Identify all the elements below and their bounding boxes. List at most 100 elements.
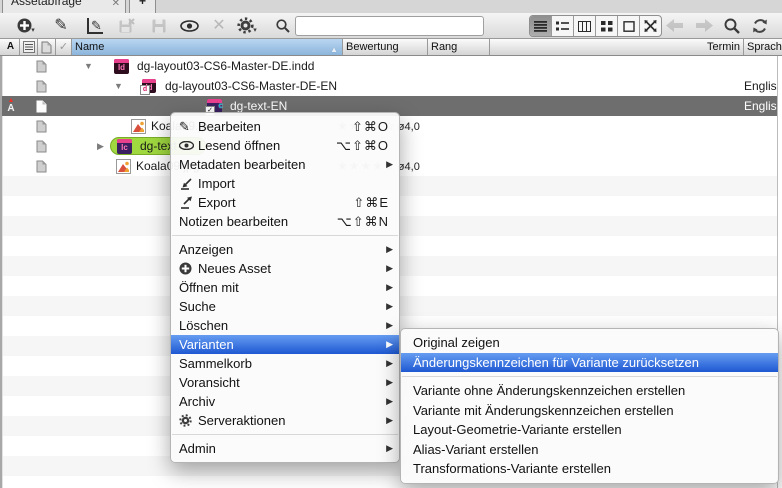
- view-expand-segment[interactable]: [640, 16, 661, 36]
- column-check[interactable]: ✓: [56, 39, 72, 55]
- view-single-segment[interactable]: [618, 16, 640, 36]
- menu-item-anzeigen[interactable]: Anzeigen▶: [171, 240, 399, 259]
- menu-item-oeffnen-mit[interactable]: Öffnen mit▶: [171, 278, 399, 297]
- gear-icon: [237, 17, 254, 34]
- asset-name[interactable]: dg-layout03-CS6-Master-DE.indd: [137, 56, 314, 76]
- refresh-icon: [752, 18, 768, 34]
- plus-icon: +: [130, 0, 155, 8]
- menu-item-export[interactable]: Export⇧⌘E: [171, 193, 399, 212]
- submenu-arrow-icon: ▶: [382, 396, 393, 407]
- varianten-submenu: Original zeigen Änderungskennzeichen für…: [400, 328, 779, 484]
- view-button[interactable]: [178, 13, 200, 38]
- submenu-item-transformations-variante[interactable]: Transformations-Variante erstellen: [401, 459, 778, 479]
- floppy-discard-icon: [119, 18, 135, 33]
- x-icon: ✕: [212, 13, 225, 38]
- submenu-item-alias-variant[interactable]: Alias-Variant erstellen: [401, 440, 778, 460]
- table-row[interactable]: ▼ Idd dg-layout03-CS6-Master-DE-EN Engli…: [2, 76, 777, 96]
- column-pagetype[interactable]: [38, 39, 56, 55]
- column-termin[interactable]: Termin: [490, 39, 744, 55]
- menu-separator: [402, 376, 777, 377]
- actions-button[interactable]: ▾: [234, 13, 260, 38]
- page-icon: [36, 136, 47, 156]
- menu-item-suche[interactable]: Suche▶: [171, 297, 399, 316]
- flag-a-icon: ▲A: [4, 97, 18, 113]
- tree-collapse-icon[interactable]: ▼: [84, 56, 93, 76]
- indesign-variant-file-icon: Idd: [142, 76, 156, 96]
- application-window: Assetabfrage ✕ + ▾ ✎ ✎ ✕ ▾: [0, 0, 782, 488]
- menu-item-lesend-oeffnen[interactable]: Lesend öffnen⌥⇧⌘O: [171, 136, 399, 155]
- submenu-arrow-icon: ▶: [382, 415, 393, 426]
- language-cell: Englis: [744, 96, 777, 116]
- submenu-item-layout-geometrie[interactable]: Layout-Geometrie-Variante erstellen: [401, 420, 778, 440]
- menu-item-serveraktionen[interactable]: Serveraktionen▶: [171, 411, 399, 430]
- menu-item-admin[interactable]: Admin▶: [171, 439, 399, 458]
- view-list-segment[interactable]: [530, 16, 552, 36]
- floppy-icon: [152, 19, 166, 33]
- submenu-arrow-icon: ▶: [382, 244, 393, 255]
- toolbar: ▾ ✎ ✎ ✕ ▾: [0, 13, 782, 38]
- column-rang[interactable]: Rang: [428, 39, 490, 55]
- submenu-arrow-icon: ▶: [382, 358, 393, 369]
- menu-item-metadaten-bearbeiten[interactable]: Metadaten bearbeiten▶: [171, 155, 399, 174]
- back-arrow-icon: [666, 19, 683, 32]
- submenu-item-original-zeigen[interactable]: Original zeigen: [401, 333, 778, 353]
- page-icon: [36, 76, 47, 96]
- single-frame-icon: [623, 21, 635, 32]
- sign-edit-button[interactable]: ✎: [84, 13, 106, 38]
- list-box-icon: [23, 41, 35, 53]
- view-details-segment[interactable]: [552, 16, 574, 36]
- menu-item-bearbeiten[interactable]: ✎ Bearbeiten⇧⌘O: [171, 117, 399, 136]
- dropdown-caret-icon: ▾: [31, 26, 35, 34]
- menu-item-import[interactable]: Import: [171, 174, 399, 193]
- submenu-arrow-icon: ▶: [382, 159, 393, 170]
- find-button[interactable]: [720, 13, 744, 38]
- refresh-button[interactable]: [748, 13, 772, 38]
- menu-item-voransicht[interactable]: Voransicht▶: [171, 373, 399, 392]
- grid-icon: [601, 21, 613, 32]
- column-sprache[interactable]: Sprach: [744, 39, 782, 55]
- table-row[interactable]: ▼ Id dg-layout03-CS6-Master-DE.indd: [2, 56, 777, 76]
- pencil-icon: ✎: [54, 13, 67, 38]
- menu-item-loeschen[interactable]: Löschen▶: [171, 316, 399, 335]
- plus-circle-icon: [179, 262, 198, 275]
- menu-item-neues-asset[interactable]: Neues Asset▶: [171, 259, 399, 278]
- page-icon: [41, 41, 52, 54]
- save-button: [148, 13, 170, 38]
- tab-assetabfrage[interactable]: Assetabfrage ✕: [2, 0, 126, 13]
- column-bewertung[interactable]: Bewertung: [343, 39, 428, 55]
- flag-a-icon: A: [7, 39, 14, 55]
- column-flag[interactable]: A: [2, 39, 20, 55]
- asset-name[interactable]: dg-layout03-CS6-Master-DE-EN: [165, 76, 337, 96]
- search-input[interactable]: [295, 16, 484, 36]
- menu-item-varianten[interactable]: Varianten▶: [171, 335, 399, 354]
- column-listtype[interactable]: [20, 39, 38, 55]
- view-columns-segment[interactable]: [574, 16, 596, 36]
- tree-expand-icon[interactable]: ▶: [97, 136, 104, 156]
- tab-close-icon[interactable]: ✕: [112, 0, 120, 9]
- menu-separator: [172, 434, 398, 435]
- page-icon: [36, 56, 47, 76]
- menu-item-notizen-bearbeiten[interactable]: Notizen bearbeiten⌥⇧⌘N: [171, 212, 399, 231]
- discard-save-button: [116, 13, 138, 38]
- view-grid-segment[interactable]: [596, 16, 618, 36]
- tab-title: Assetabfrage: [11, 0, 125, 8]
- new-tab-button[interactable]: +: [129, 0, 156, 13]
- submenu-item-aenderungskennzeichen-zuruecksetzen[interactable]: Änderungskennzeichen für Variante zurück…: [401, 353, 778, 373]
- plus-circle-icon: [17, 18, 32, 33]
- submenu-item-variante-mit[interactable]: Variante mit Änderungskennzeichen erstel…: [401, 401, 778, 421]
- import-icon: [179, 177, 198, 190]
- jpeg-file-icon: [116, 156, 131, 176]
- page-icon: [36, 156, 47, 176]
- submenu-item-variante-ohne[interactable]: Variante ohne Änderungskennzeichen erste…: [401, 381, 778, 401]
- edit-button[interactable]: ✎: [50, 13, 72, 38]
- forward-arrow-icon: [696, 19, 713, 32]
- view-mode-switcher: [529, 15, 662, 37]
- dropdown-caret-icon: ▾: [253, 26, 257, 34]
- forward-button: [692, 13, 716, 38]
- new-asset-button[interactable]: ▾: [14, 13, 38, 38]
- tree-collapse-icon[interactable]: ▼: [114, 76, 123, 96]
- column-name[interactable]: Name ▲: [72, 39, 343, 55]
- eye-icon: [180, 20, 199, 32]
- menu-item-archiv[interactable]: Archiv▶: [171, 392, 399, 411]
- menu-item-sammelkorb[interactable]: Sammelkorb▶: [171, 354, 399, 373]
